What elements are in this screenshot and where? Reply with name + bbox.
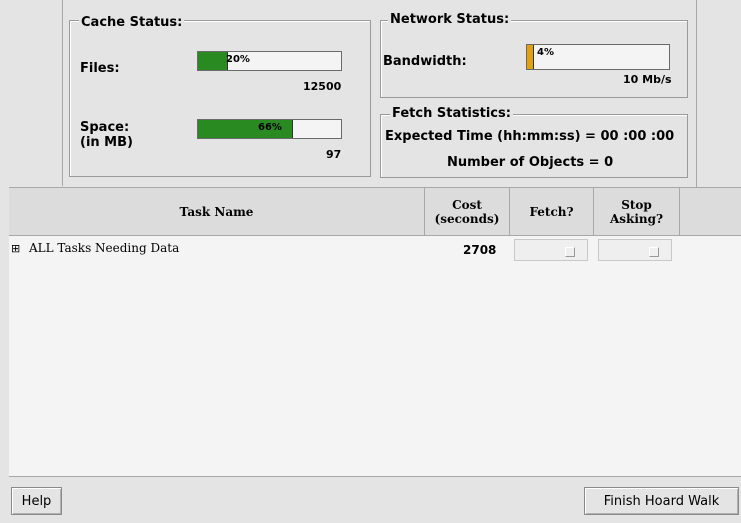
space-label: Space: (80, 120, 130, 135)
files-percent: 20% (226, 54, 250, 65)
files-total: 12500 (303, 80, 342, 93)
column-header-task-name[interactable]: Task Name (9, 188, 425, 236)
column-header-stop-asking[interactable]: Stop Asking? (594, 188, 680, 236)
bandwidth-progress-fill (527, 45, 534, 69)
space-total: 97 (326, 148, 342, 161)
expected-time-text: Expected Time (hh:mm:ss) = 00 :00 :00 (385, 129, 675, 144)
stop-asking-checkbox[interactable] (598, 239, 672, 261)
fetch-checkbox[interactable] (514, 239, 588, 261)
files-label: Files: (80, 61, 120, 76)
table-row[interactable]: ⊞ ALL Tasks Needing Data 2708 (9, 237, 741, 263)
status-inner-panel: Cache Status: Files: 20% 12500 Space: (i… (62, 0, 696, 186)
task-table: Task Name Cost (seconds) Fetch? Stop Ask… (9, 187, 741, 477)
space-unit-label: (in MB) (80, 135, 133, 150)
cost-cell: 2708 (463, 243, 497, 257)
space-progress-bar: 66% (197, 119, 342, 139)
cache-status-legend: Cache Status: (79, 15, 185, 30)
bandwidth-rate: 10 Mb/s (623, 73, 672, 86)
bandwidth-progress-bar: 4% (526, 44, 670, 70)
column-header-fetch-label: Fetch? (529, 204, 574, 219)
column-header-cost-label: Cost (452, 197, 482, 212)
column-header-filler (680, 188, 741, 236)
column-header-stop-label: Stop (621, 197, 652, 212)
space-percent: 66% (258, 122, 282, 133)
files-progress-bar: 20% (197, 51, 342, 71)
finish-hoard-walk-label: Finish Hoard Walk (603, 493, 720, 509)
column-header-cost-unit: (seconds) (434, 211, 500, 226)
help-button[interactable]: Help (11, 487, 62, 515)
column-header-task-name-label: Task Name (179, 204, 254, 219)
number-of-objects-text: Number of Objects = 0 (447, 155, 614, 170)
task-name-cell: ALL Tasks Needing Data (29, 241, 180, 255)
bandwidth-label: Bandwidth: (383, 54, 467, 69)
column-header-asking-label: Asking? (609, 211, 664, 226)
fetch-statistics-legend: Fetch Statistics: (390, 106, 513, 121)
network-status-legend: Network Status: (388, 12, 512, 27)
files-progress-fill (198, 52, 228, 70)
column-header-cost[interactable]: Cost (seconds) (425, 188, 510, 236)
finish-hoard-walk-button[interactable]: Finish Hoard Walk (584, 487, 739, 515)
checkbox-square-icon (649, 247, 659, 257)
help-button-label: Help (21, 493, 52, 509)
column-header-fetch[interactable]: Fetch? (510, 188, 594, 236)
checkbox-square-icon (565, 247, 575, 257)
expand-icon[interactable]: ⊞ (11, 242, 20, 255)
bandwidth-percent: 4% (537, 47, 554, 58)
